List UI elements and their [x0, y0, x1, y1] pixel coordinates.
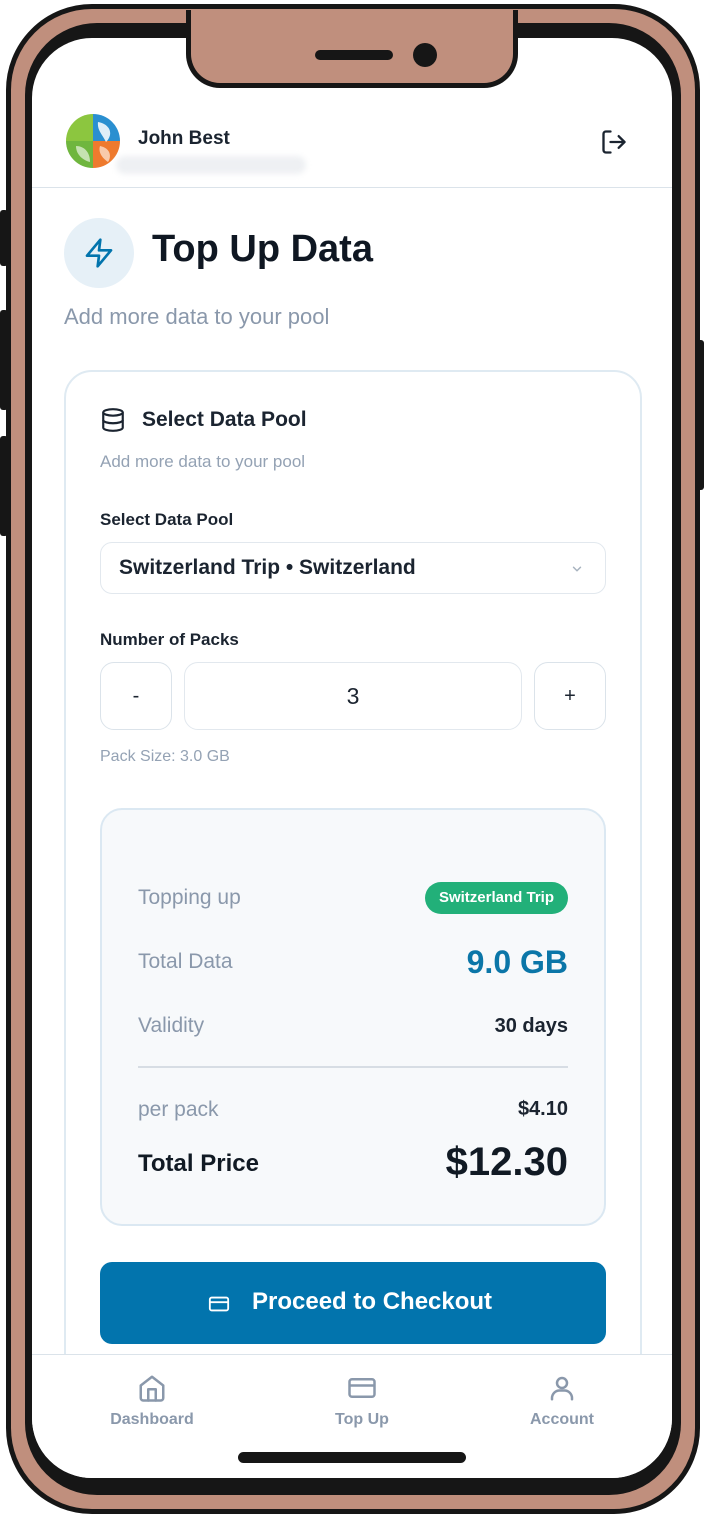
nav-label-dashboard: Dashboard	[110, 1411, 194, 1428]
pool-badge: Switzerland Trip	[424, 882, 568, 914]
app-screen: John Best Top Up Data Add more data to y…	[32, 38, 672, 1478]
logout-icon[interactable]	[600, 128, 628, 156]
increment-button[interactable]: +	[534, 662, 606, 730]
credit-card-icon	[292, 1373, 432, 1403]
checkout-button-label: Proceed to Checkout	[252, 1288, 493, 1315]
home-indicator[interactable]	[238, 1452, 466, 1463]
summary-divider	[138, 1066, 568, 1068]
nav-item-top-up[interactable]: Top Up	[292, 1373, 432, 1429]
card-subtitle: Add more data to your pool	[100, 452, 306, 471]
total-price-label: Total Price	[138, 1150, 259, 1177]
user-name: John Best	[138, 128, 230, 149]
checkout-button[interactable]: Proceed to Checkout	[100, 1262, 606, 1344]
home-icon	[82, 1373, 222, 1403]
credit-card-icon	[206, 1293, 232, 1319]
validity-value: 30 days	[494, 1015, 568, 1037]
user-email-redacted	[116, 156, 306, 174]
nav-label-account: Account	[530, 1411, 594, 1428]
phone-side-button	[0, 310, 8, 410]
phone-side-button	[0, 210, 8, 266]
phone-side-button	[696, 340, 704, 490]
nav-item-account[interactable]: Account	[492, 1373, 632, 1429]
decrement-button[interactable]: -	[100, 662, 172, 730]
chevron-down-icon	[569, 561, 585, 580]
total-data-label: Total Data	[138, 950, 233, 973]
top-up-card: Select Data Pool Add more data to your p…	[64, 370, 642, 1430]
database-icon	[100, 406, 126, 438]
lightning-bolt-icon	[64, 218, 134, 288]
phone-notch	[186, 10, 518, 88]
front-camera	[413, 43, 437, 67]
page-title: Top Up Data	[152, 228, 373, 270]
nav-label-top-up: Top Up	[335, 1411, 389, 1428]
pack-size-text: Pack Size: 3.0 GB	[100, 748, 230, 765]
phone-side-button	[0, 436, 8, 536]
order-summary: Topping up Switzerland Trip Total Data 9…	[100, 808, 606, 1226]
speaker-grille	[315, 50, 393, 60]
data-pool-select[interactable]: Switzerland Trip • Switzerland	[100, 542, 606, 594]
user-icon	[492, 1373, 632, 1403]
leaf-logo-avatar[interactable]	[64, 112, 122, 170]
card-title: Select Data Pool	[142, 408, 307, 431]
per-pack-label: per pack	[138, 1098, 219, 1121]
total-price-value: $12.30	[445, 1140, 568, 1184]
total-data-value: 9.0 GB	[466, 944, 568, 980]
per-pack-value: $4.10	[517, 1098, 568, 1120]
topping-up-label: Topping up	[138, 886, 241, 909]
validity-label: Validity	[138, 1014, 205, 1037]
nav-item-dashboard[interactable]: Dashboard	[82, 1373, 222, 1429]
pool-select-label: Select Data Pool	[100, 510, 234, 529]
packs-label: Number of Packs	[100, 630, 239, 649]
quantity-input[interactable]: 3	[184, 662, 522, 730]
page-subtitle: Add more data to your pool	[64, 304, 330, 329]
data-pool-select-value: Switzerland Trip • Switzerland	[119, 556, 416, 579]
